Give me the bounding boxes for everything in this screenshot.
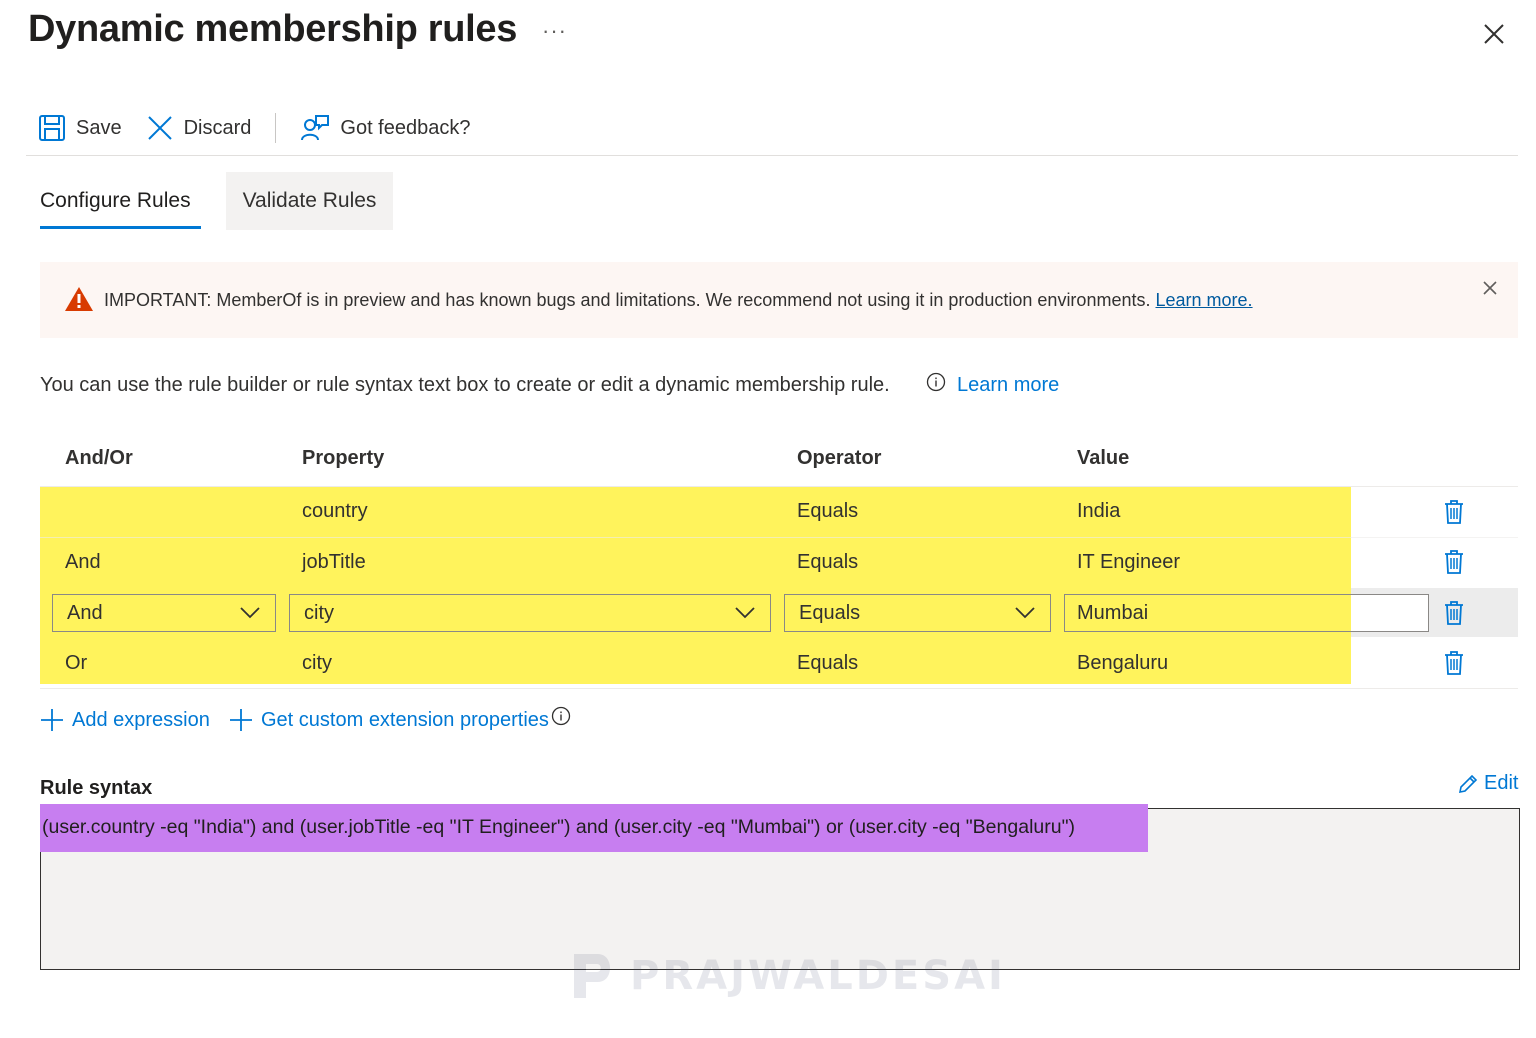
- row4-value: Bengaluru: [1077, 652, 1169, 674]
- more-options-button[interactable]: ···: [542, 18, 567, 44]
- row1-value: India: [1077, 500, 1121, 522]
- row-divider: [40, 537, 1518, 538]
- column-header-property: Property: [302, 447, 385, 469]
- column-header-andor: And/Or: [65, 447, 133, 469]
- rule-syntax-text: (user.country -eq "India") and (user.job…: [42, 816, 1075, 838]
- toolbar-divider: [26, 155, 1518, 156]
- column-header-operator: Operator: [797, 447, 882, 469]
- tab-selected-indicator: [40, 226, 201, 229]
- tab-validate-rules[interactable]: Validate Rules: [226, 172, 393, 230]
- info-icon[interactable]: [926, 372, 946, 392]
- warning-icon: [65, 287, 93, 311]
- delete-row4-icon[interactable]: [1443, 650, 1465, 676]
- rule-syntax-label: Rule syntax: [40, 777, 153, 799]
- banner-learn-more-link[interactable]: Learn more.: [1156, 290, 1253, 310]
- learn-more-link[interactable]: Learn more: [957, 374, 1059, 397]
- plus-icon: [41, 709, 63, 731]
- close-icon[interactable]: [1478, 18, 1510, 50]
- custom-extension-label: Get custom extension properties: [261, 708, 549, 731]
- banner-close-icon[interactable]: [1480, 278, 1500, 298]
- save-icon: [39, 115, 65, 141]
- info-icon[interactable]: [551, 706, 571, 726]
- table-bottom-divider: [40, 688, 1518, 689]
- pencil-icon: [1458, 774, 1478, 793]
- row1-property: country: [302, 500, 368, 522]
- property-dropdown[interactable]: city: [289, 594, 771, 632]
- row4-property: city: [302, 652, 332, 674]
- tab-configure-rules[interactable]: Configure Rules: [40, 172, 191, 230]
- value-input[interactable]: Mumbai: [1064, 594, 1429, 632]
- operator-dropdown[interactable]: Equals: [784, 594, 1051, 632]
- row2-property: jobTitle: [302, 551, 366, 573]
- property-dropdown-value: city: [304, 601, 334, 624]
- edit-rule-syntax-button[interactable]: Edit: [1458, 772, 1518, 795]
- watermark-logo-icon: [574, 954, 610, 998]
- operator-dropdown-value: Equals: [799, 601, 861, 624]
- banner-message: IMPORTANT: MemberOf is in preview and ha…: [104, 290, 1253, 311]
- row2-operator: Equals: [797, 551, 859, 573]
- chevron-down-icon: [1015, 607, 1035, 619]
- andor-dropdown[interactable]: And: [52, 594, 276, 632]
- row4-andor: Or: [65, 652, 88, 674]
- watermark: PRAJWALDESAI: [570, 950, 1006, 1002]
- page-title: Dynamic membership rules: [28, 8, 518, 50]
- column-header-value: Value: [1077, 447, 1130, 469]
- feedback-icon: [301, 115, 330, 141]
- discard-label: Discard: [183, 116, 252, 139]
- andor-dropdown-value: And: [67, 601, 103, 624]
- save-label: Save: [76, 116, 122, 139]
- watermark-text: PRAJWALDESAI: [630, 953, 1006, 999]
- delete-row1-icon[interactable]: [1443, 499, 1465, 525]
- feedback-button[interactable]: Got feedback?: [300, 114, 470, 142]
- plus-icon: [230, 709, 252, 731]
- get-custom-extension-button[interactable]: Get custom extension properties: [229, 706, 571, 732]
- discard-button[interactable]: Discard: [146, 114, 252, 142]
- edit-label: Edit: [1484, 772, 1519, 794]
- chevron-down-icon: [735, 607, 755, 619]
- intro-text: You can use the rule builder or rule syn…: [40, 374, 890, 396]
- row2-value: IT Engineer: [1077, 551, 1181, 573]
- delete-row2-icon[interactable]: [1443, 549, 1465, 575]
- row1-operator: Equals: [797, 500, 859, 522]
- save-button[interactable]: Save: [38, 114, 122, 142]
- row4-operator: Equals: [797, 652, 859, 674]
- toolbar-separator: [275, 113, 277, 143]
- value-input-text: Mumbai: [1077, 601, 1149, 624]
- banner-text: IMPORTANT: MemberOf is in preview and ha…: [104, 290, 1151, 310]
- add-expression-label: Add expression: [72, 708, 210, 731]
- delete-row3-icon[interactable]: [1443, 600, 1465, 626]
- command-bar: Save Discard Got feedback?: [38, 108, 470, 148]
- row2-andor: And: [65, 551, 101, 573]
- discard-icon: [147, 116, 172, 140]
- chevron-down-icon: [240, 607, 260, 619]
- add-expression-button[interactable]: Add expression: [40, 708, 210, 732]
- feedback-label: Got feedback?: [340, 116, 471, 139]
